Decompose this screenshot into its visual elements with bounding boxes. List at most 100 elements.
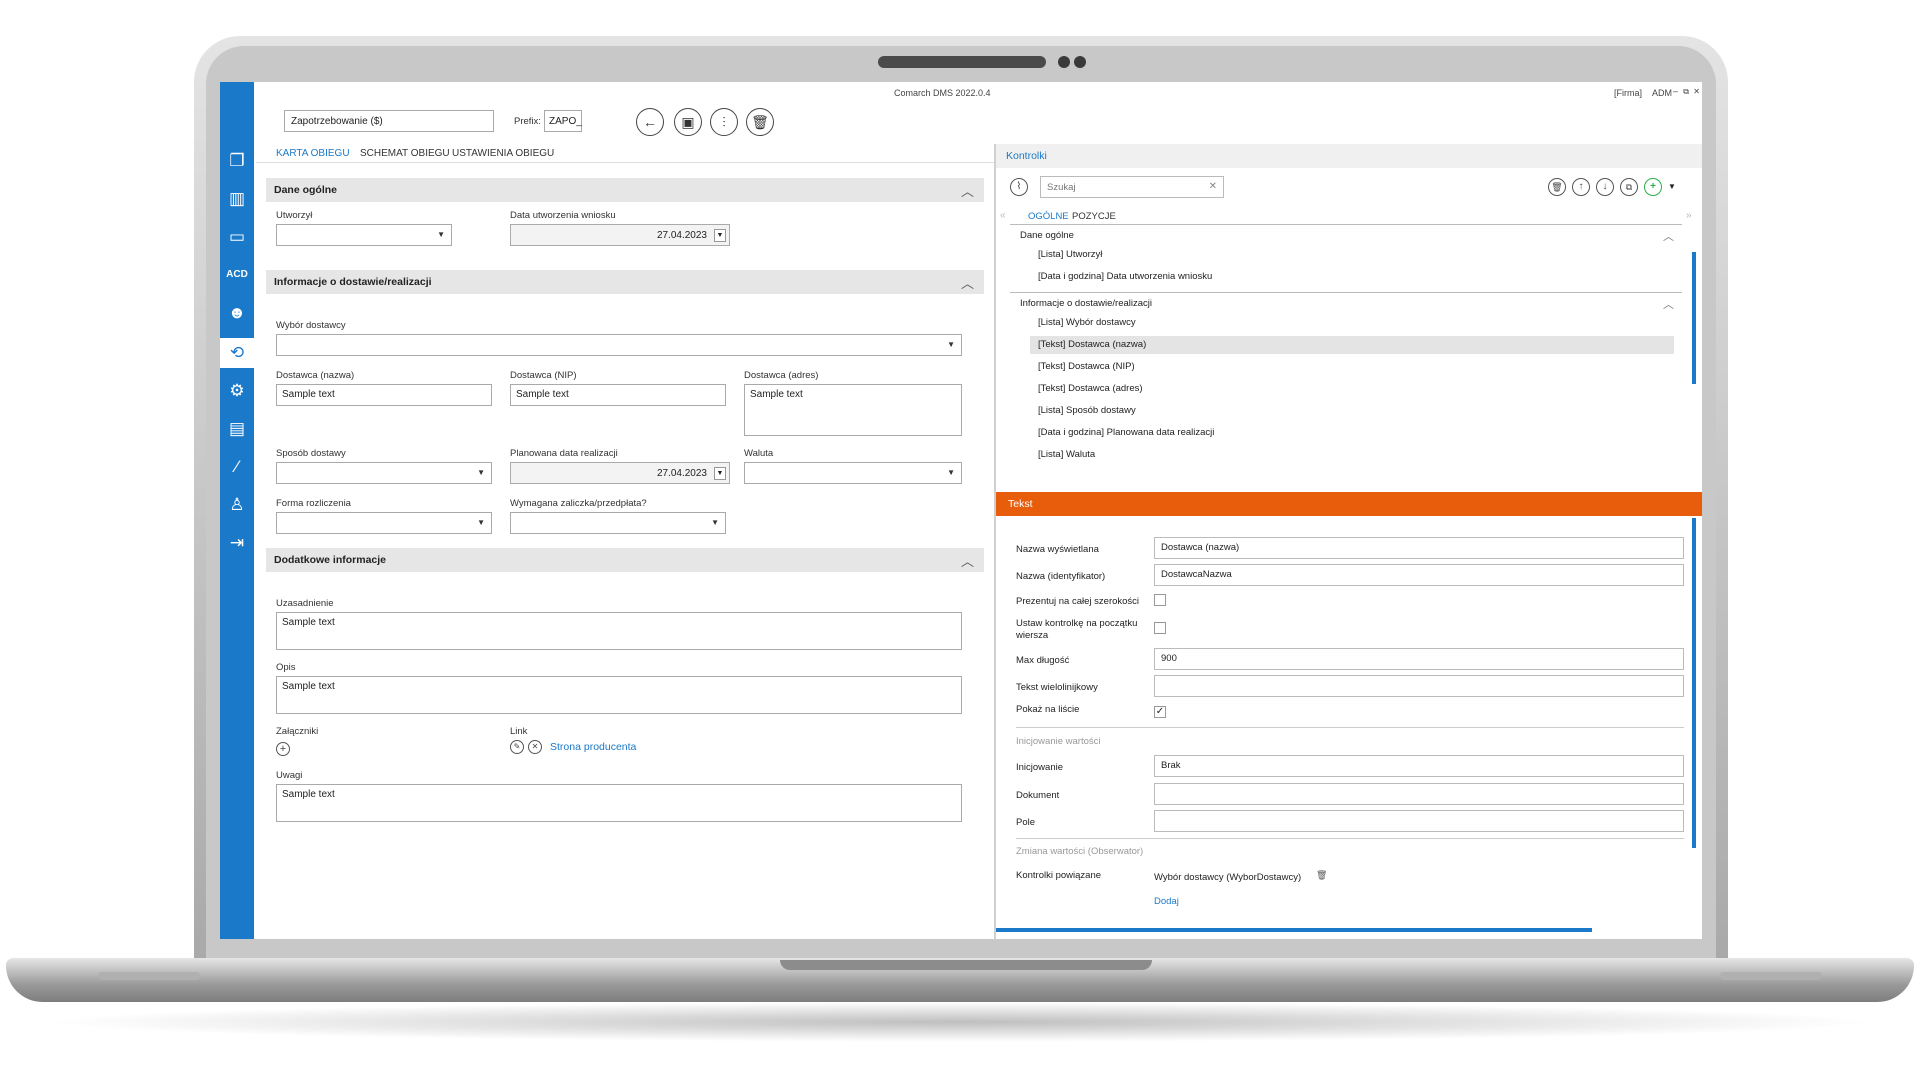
- back-arrow-icon[interactable]: ←: [636, 108, 664, 136]
- tree-item[interactable]: [Data i godzina] Planowana data realizac…: [1038, 424, 1214, 442]
- manufacturer-link[interactable]: Strona producenta: [550, 741, 636, 753]
- tree-item[interactable]: [Lista] Utworzył: [1038, 246, 1102, 264]
- tree-group-delivery[interactable]: Informacje o dostawie/realizacji: [1020, 298, 1152, 309]
- collapse-chevron-icon[interactable]: ︿: [1663, 228, 1674, 244]
- edit-pencil-icon[interactable]: ✎: [510, 740, 524, 754]
- scroll-right-icon[interactable]: »: [1686, 210, 1692, 221]
- delete-trash-icon[interactable]: 🗑: [746, 108, 774, 136]
- supplier-address-input[interactable]: Sample text: [744, 384, 962, 436]
- scroll-left-icon[interactable]: «: [1000, 210, 1006, 221]
- multiline-input[interactable]: [1154, 675, 1684, 697]
- tree-group-general[interactable]: Dane ogólne: [1020, 230, 1074, 241]
- workstation-icon[interactable]: ▭: [220, 222, 254, 252]
- section-additional-header[interactable]: Dodatkowe informacje ︿: [266, 548, 984, 572]
- supplier-nip-input[interactable]: Sample text: [510, 384, 726, 406]
- field-input[interactable]: [1154, 810, 1684, 832]
- delete-trash-icon[interactable]: 🗑: [1316, 870, 1327, 881]
- row-start-checkbox[interactable]: [1154, 622, 1166, 634]
- tree-item-selected[interactable]: [Tekst] Dostawca (nazwa): [1030, 336, 1674, 354]
- close-button[interactable]: ✕: [1693, 87, 1700, 96]
- init-input[interactable]: Brak: [1154, 755, 1684, 777]
- copy-control-icon[interactable]: ⧉: [1620, 178, 1638, 196]
- save-icon[interactable]: ▣: [674, 108, 702, 136]
- tab-ustawienia-obiegu[interactable]: USTAWIENIA OBIEGU: [452, 148, 554, 159]
- clear-search-icon[interactable]: ✕: [1209, 181, 1217, 192]
- properties-scrollbar[interactable]: [1692, 518, 1696, 848]
- logout-icon[interactable]: ⇥: [220, 528, 254, 558]
- tab-karta-obiegu[interactable]: KARTA OBIEGU: [276, 148, 350, 159]
- users-icon[interactable]: ☻: [220, 298, 254, 328]
- ocr-icon[interactable]: ACD: [220, 260, 254, 290]
- chevron-down-icon: ▼: [947, 468, 955, 477]
- identifier-input[interactable]: DostawcaNazwa: [1154, 564, 1684, 586]
- add-control-icon[interactable]: +: [1644, 178, 1662, 196]
- add-attachment-icon[interactable]: +: [276, 742, 290, 756]
- attachments-label: Załączniki: [276, 726, 319, 737]
- prefix-input[interactable]: ZAPO_: [544, 110, 582, 132]
- documents-icon[interactable]: ❐: [220, 146, 254, 176]
- tree-item[interactable]: [Data i godzina] Data utworzenia wniosku: [1038, 268, 1212, 286]
- subtab-pozycje[interactable]: POZYCJE: [1072, 211, 1116, 222]
- description-textarea[interactable]: Sample text: [276, 676, 962, 714]
- section-divider: [1016, 838, 1684, 839]
- add-dropdown-chevron-icon[interactable]: ▼: [1668, 182, 1676, 191]
- move-up-icon[interactable]: ↑: [1572, 178, 1590, 196]
- move-down-icon[interactable]: ↓: [1596, 178, 1614, 196]
- collapse-chevron-icon[interactable]: ︿: [961, 551, 974, 570]
- created-by-select[interactable]: ▼: [276, 224, 452, 246]
- workflow-name-input[interactable]: Zapotrzebowanie ($): [284, 110, 494, 132]
- max-length-input[interactable]: 900: [1154, 648, 1684, 670]
- advance-select[interactable]: ▼: [510, 512, 726, 534]
- settings-gear-icon[interactable]: ⚙: [220, 376, 254, 406]
- max-length-label: Max długość: [1016, 655, 1070, 666]
- subtab-ogolne[interactable]: OGÓLNE: [1028, 211, 1069, 222]
- tree-item[interactable]: [Tekst] Dostawca (NIP): [1038, 358, 1135, 376]
- chevron-down-icon[interactable]: ▼: [714, 467, 726, 480]
- tree-item[interactable]: [Lista] Waluta: [1038, 446, 1095, 464]
- collapse-chevron-icon[interactable]: ︿: [961, 181, 974, 200]
- supplier-name-input[interactable]: Sample text: [276, 384, 492, 406]
- chevron-down-icon[interactable]: ▼: [714, 229, 726, 242]
- minimize-button[interactable]: –: [1673, 86, 1678, 96]
- created-date-label: Data utworzenia wniosku: [510, 210, 616, 221]
- payment-form-select[interactable]: ▼: [276, 512, 492, 534]
- panel-divider[interactable]: [994, 144, 996, 939]
- section-general-header[interactable]: Dane ogólne ︿: [266, 178, 984, 202]
- app-title: Comarch DMS 2022.0.4: [894, 88, 991, 98]
- chart-icon[interactable]: ⌇: [1010, 178, 1028, 196]
- display-name-input[interactable]: Dostawca (nazwa): [1154, 537, 1684, 559]
- horizontal-scrollbar[interactable]: [996, 928, 1592, 932]
- binders-icon[interactable]: ▥: [220, 184, 254, 214]
- remove-x-icon[interactable]: ✕: [528, 740, 542, 754]
- planned-date-input[interactable]: 27.04.2023 ▼: [510, 462, 730, 484]
- magic-wand-icon[interactable]: ⁄: [220, 452, 254, 482]
- collapse-chevron-icon[interactable]: ︿: [961, 273, 974, 292]
- section-delivery-header[interactable]: Informacje o dostawie/realizacji ︿: [266, 270, 984, 294]
- supplier-choice-select[interactable]: ▼: [276, 334, 962, 356]
- tree-item[interactable]: [Lista] Sposób dostawy: [1038, 402, 1136, 420]
- workflow-document-icon[interactable]: ⟲: [220, 338, 254, 368]
- section-title: Dane ogólne: [274, 184, 338, 196]
- notes-textarea[interactable]: Sample text: [276, 784, 962, 822]
- add-linked-control-link[interactable]: Dodaj: [1154, 896, 1179, 907]
- created-date-input[interactable]: 27.04.2023 ▼: [510, 224, 730, 246]
- restore-button[interactable]: ⧉: [1683, 87, 1689, 97]
- document-input[interactable]: [1154, 783, 1684, 805]
- tabs-divider: [256, 162, 994, 163]
- collapse-chevron-icon[interactable]: ︿: [1663, 296, 1674, 312]
- delete-trash-icon[interactable]: 🗑: [1548, 178, 1566, 196]
- justification-textarea[interactable]: Sample text: [276, 612, 962, 650]
- currency-select[interactable]: ▼: [744, 462, 962, 484]
- tree-scrollbar[interactable]: [1692, 252, 1696, 384]
- show-on-list-checkbox[interactable]: ✓: [1154, 706, 1166, 718]
- delivery-method-select[interactable]: ▼: [276, 462, 492, 484]
- save-multiple-icon[interactable]: ⫶: [710, 108, 738, 136]
- search-box[interactable]: ✕: [1040, 176, 1224, 198]
- search-input[interactable]: [1041, 177, 1201, 197]
- user-settings-icon[interactable]: ♙: [220, 490, 254, 520]
- tab-schemat-obiegu[interactable]: SCHEMAT OBIEGU: [360, 148, 450, 159]
- reports-chart-icon[interactable]: ▤: [220, 414, 254, 444]
- tree-item[interactable]: [Lista] Wybór dostawcy: [1038, 314, 1136, 332]
- full-width-checkbox[interactable]: [1154, 594, 1166, 606]
- tree-item[interactable]: [Tekst] Dostawca (adres): [1038, 380, 1143, 398]
